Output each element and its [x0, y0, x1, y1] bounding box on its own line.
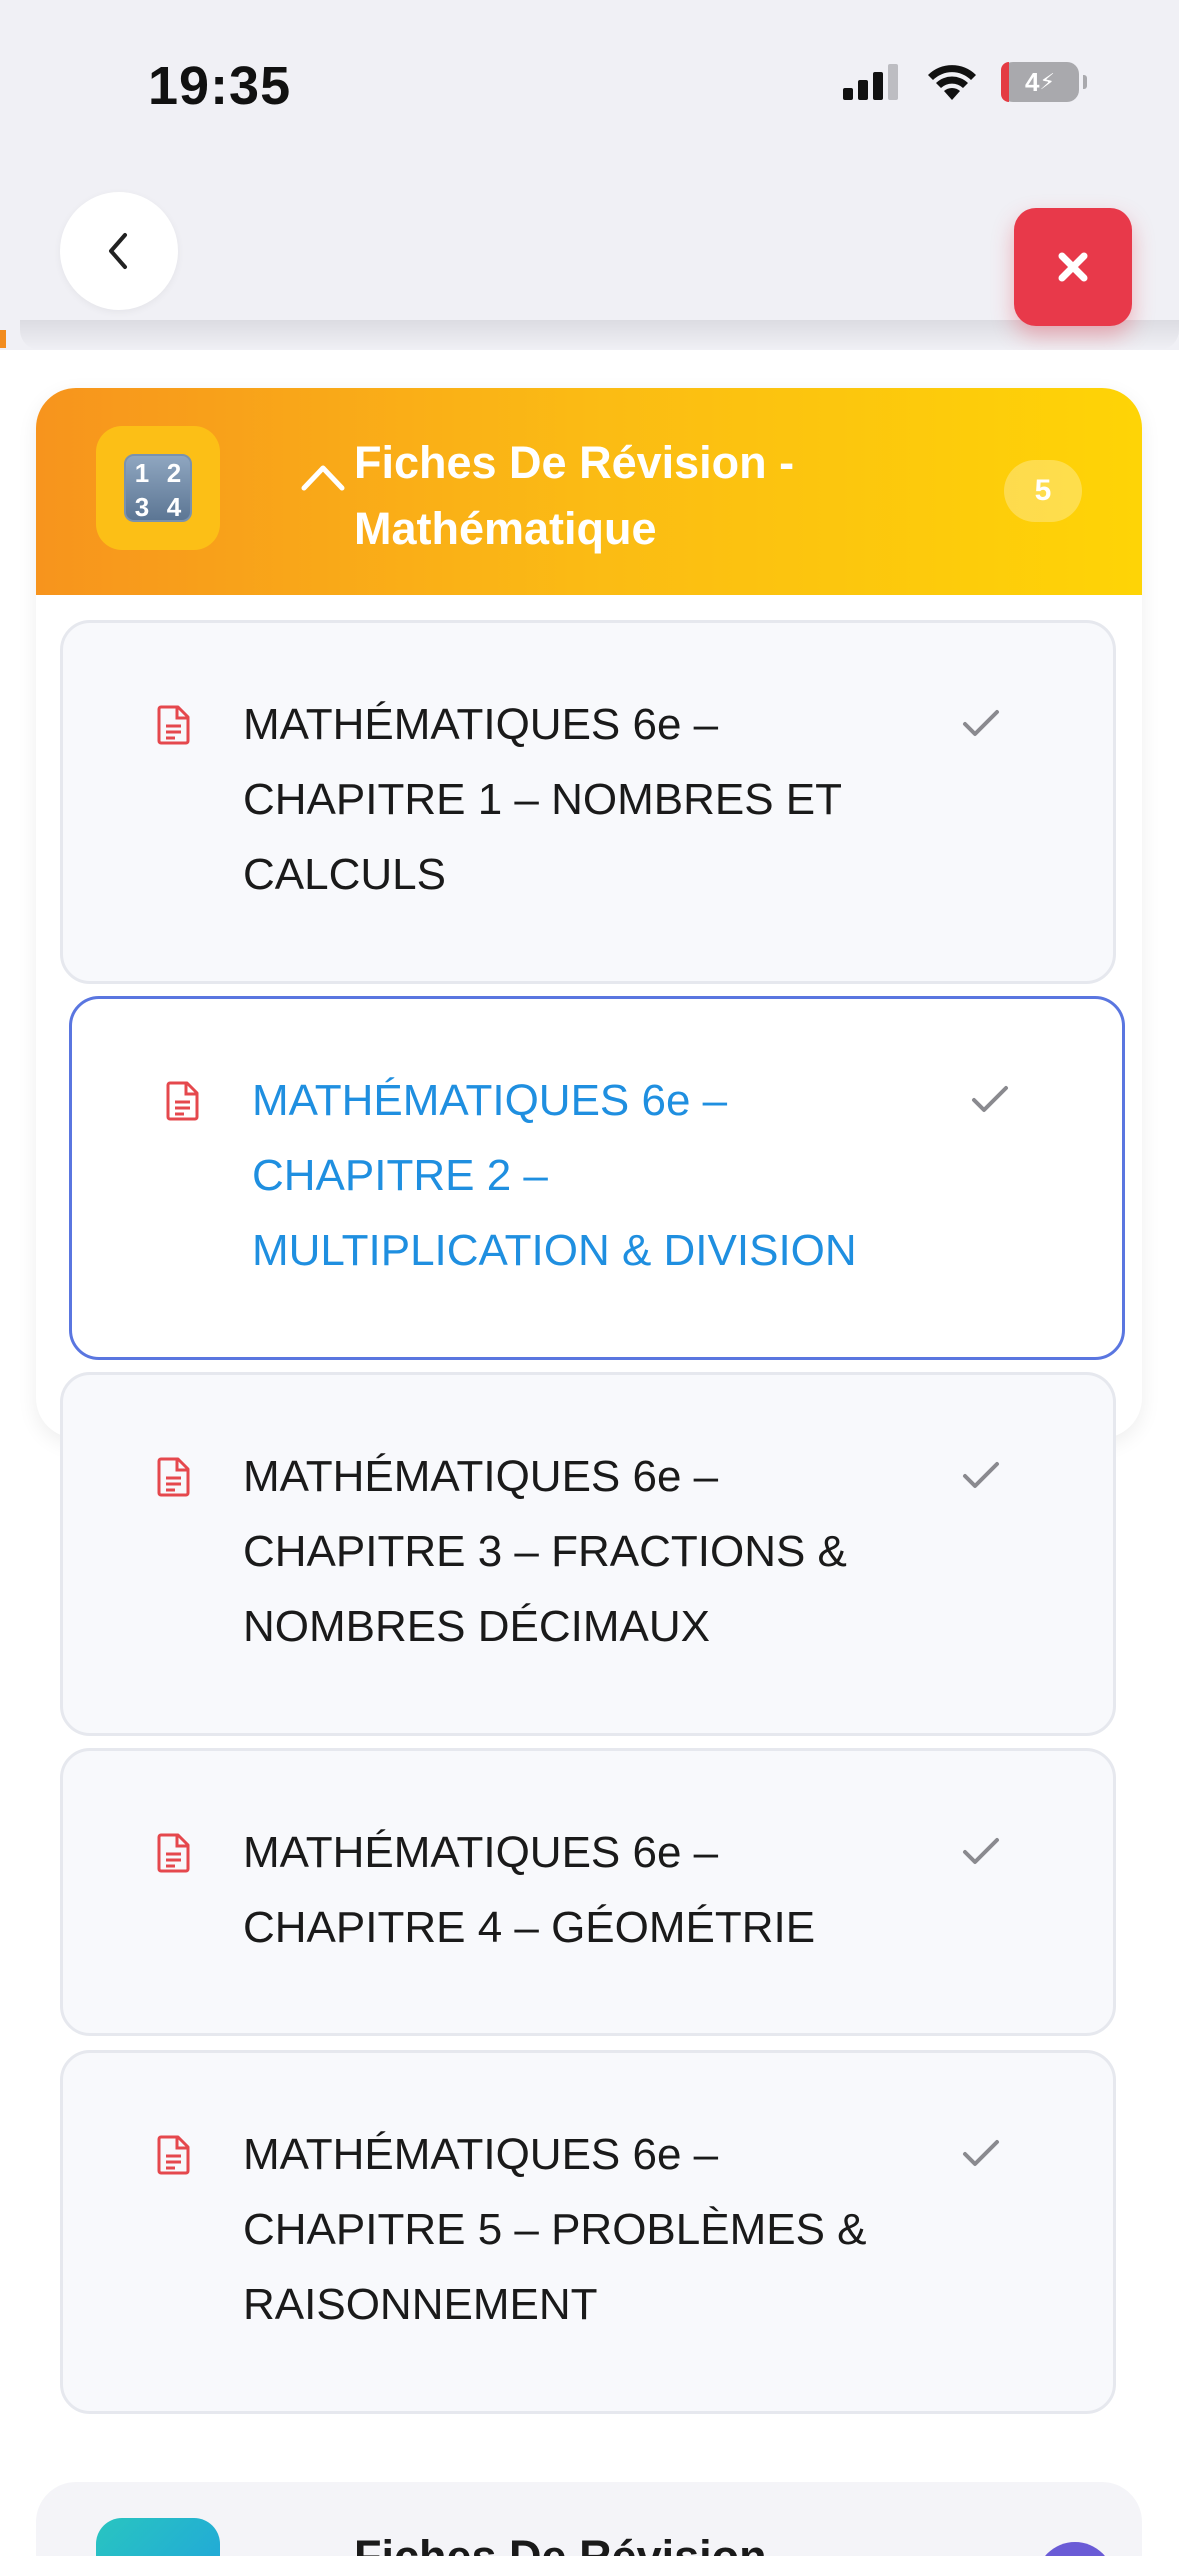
- input-numbers-icon: 1 2 3 4: [96, 426, 220, 550]
- battery-icon: 4 ⚡: [1001, 62, 1087, 102]
- section-count-badge: 5: [1004, 460, 1082, 522]
- app-screen: 19:35 4 ⚡ 1 2 3 4 Fiches De Révision - M…: [0, 0, 1179, 2556]
- lesson-item-active[interactable]: MATHÉMATIQUES 6e – CHAPITRE 2 – MULTIPLI…: [69, 996, 1125, 1360]
- accent-mark: [0, 330, 6, 348]
- section-icon: [96, 2518, 220, 2556]
- back-button[interactable]: [60, 192, 178, 310]
- document-icon: [157, 2135, 190, 2175]
- close-button[interactable]: [1014, 208, 1132, 326]
- status-bar: 19:35 4 ⚡: [0, 0, 1179, 175]
- lesson-title: MATHÉMATIQUES 6e – CHAPITRE 3 – FRACTION…: [243, 1452, 847, 1651]
- section-title: Fiches De Révision - Mathématique: [354, 437, 795, 554]
- check-icon: [963, 1838, 999, 1864]
- lesson-item[interactable]: MATHÉMATIQUES 6e – CHAPITRE 5 – PROBLÈME…: [60, 2050, 1116, 2414]
- lesson-item[interactable]: MATHÉMATIQUES 6e – CHAPITRE 3 – FRACTION…: [60, 1372, 1116, 1736]
- lesson-title: MATHÉMATIQUES 6e – CHAPITRE 2 – MULTIPLI…: [252, 1076, 857, 1275]
- lesson-title: MATHÉMATIQUES 6e – CHAPITRE 1 – NOMBRES …: [243, 700, 842, 899]
- close-x-icon: [1058, 252, 1088, 282]
- next-section-title: Fiches De Révision -: [354, 2524, 954, 2556]
- document-icon: [157, 705, 190, 745]
- check-icon: [972, 1086, 1008, 1112]
- next-section-card[interactable]: Fiches De Révision -: [36, 2482, 1142, 2556]
- lesson-title: MATHÉMATIQUES 6e – CHAPITRE 4 – GÉOMÉTRI…: [243, 1828, 816, 1952]
- header-shadow: [20, 320, 1179, 350]
- check-icon: [963, 2140, 999, 2166]
- numpad-digit: 3: [134, 492, 150, 522]
- numpad-glyph: 1 2 3 4: [124, 454, 192, 522]
- cellular-signal-icon: [843, 64, 898, 100]
- check-icon: [963, 710, 999, 736]
- lesson-item[interactable]: MATHÉMATIQUES 6e – CHAPITRE 1 – NOMBRES …: [60, 620, 1116, 984]
- chevron-left-icon: [109, 233, 127, 269]
- document-icon: [166, 1081, 199, 1121]
- wifi-icon: [928, 65, 976, 100]
- numpad-digit: 4: [166, 492, 182, 522]
- battery-level: 4: [1025, 66, 1040, 97]
- status-icons: 4 ⚡: [843, 62, 1087, 102]
- check-icon: [963, 1462, 999, 1488]
- document-icon: [157, 1833, 190, 1873]
- section-count-badge: [1036, 2542, 1114, 2556]
- section-header[interactable]: 1 2 3 4 Fiches De Révision - Mathématiqu…: [36, 388, 1142, 595]
- lesson-title: MATHÉMATIQUES 6e – CHAPITRE 5 – PROBLÈME…: [243, 2130, 867, 2329]
- numpad-digit: 1: [134, 458, 150, 488]
- numpad-digit: 2: [166, 458, 182, 488]
- status-time: 19:35: [148, 56, 292, 116]
- chevron-up-icon[interactable]: [298, 458, 348, 494]
- lesson-item[interactable]: MATHÉMATIQUES 6e – CHAPITRE 4 – GÉOMÉTRI…: [60, 1748, 1116, 2036]
- document-icon: [157, 1457, 190, 1497]
